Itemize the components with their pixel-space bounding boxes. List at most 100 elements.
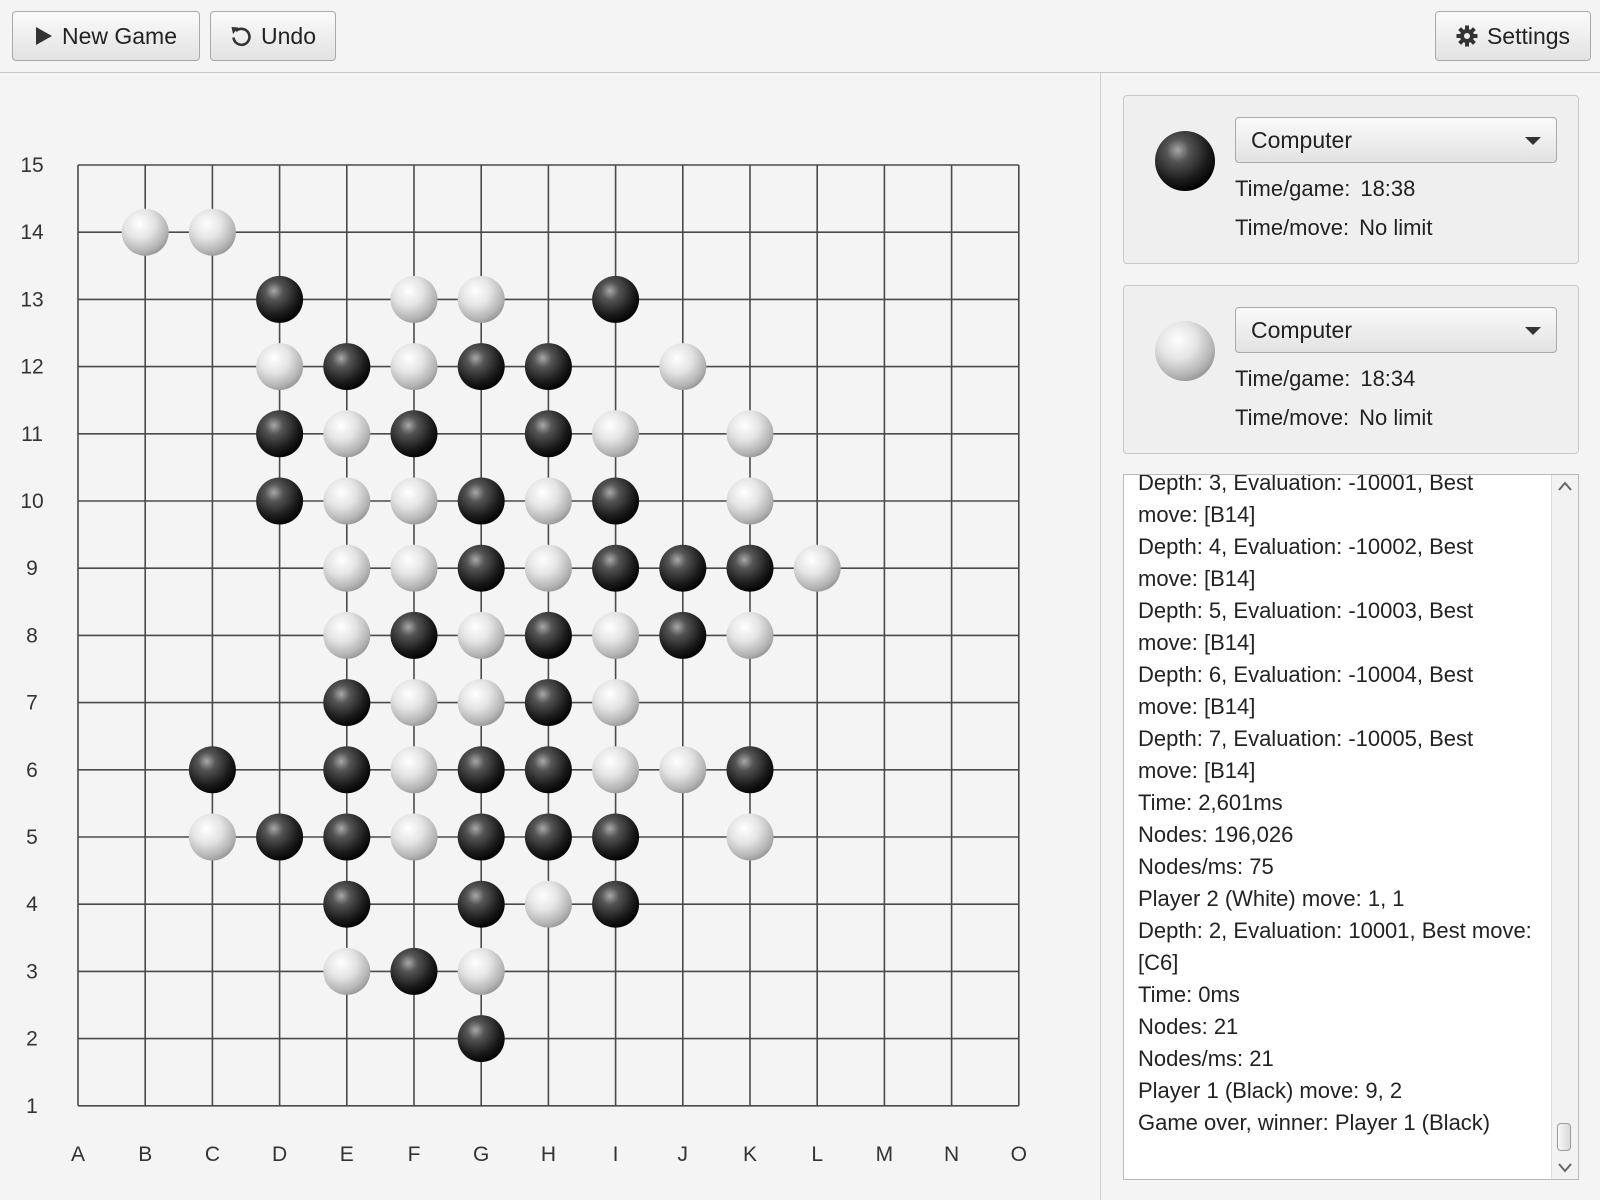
board-intersection[interactable] <box>989 269 1049 329</box>
board-intersection[interactable] <box>922 337 982 397</box>
board-intersection[interactable] <box>317 1009 377 1069</box>
board-intersection[interactable] <box>787 135 847 195</box>
board-intersection[interactable] <box>48 605 108 665</box>
board-intersection[interactable] <box>48 673 108 733</box>
undo-button[interactable]: Undo <box>210 11 336 61</box>
board-intersection[interactable] <box>922 135 982 195</box>
board-intersection[interactable] <box>922 471 982 531</box>
board-intersection[interactable] <box>989 404 1049 464</box>
scroll-thumb[interactable] <box>1557 1123 1571 1151</box>
board-intersection[interactable] <box>653 941 713 1001</box>
board-intersection[interactable] <box>250 202 310 262</box>
board-intersection[interactable] <box>787 605 847 665</box>
board-intersection[interactable] <box>854 1009 914 1069</box>
board-intersection[interactable] <box>922 874 982 934</box>
board-intersection[interactable] <box>720 941 780 1001</box>
board-intersection[interactable] <box>384 1076 444 1136</box>
board-intersection[interactable] <box>518 202 578 262</box>
board-intersection[interactable] <box>586 135 646 195</box>
board-intersection[interactable] <box>182 337 242 397</box>
board-intersection[interactable] <box>384 1009 444 1069</box>
board-intersection[interactable] <box>854 135 914 195</box>
game-board[interactable]: A B C D E F G H I J K L M N O 15 14 13 12 11 10 9 8 7 6 5 4 3 2 1 <box>0 73 1100 1200</box>
board-intersection[interactable] <box>854 269 914 329</box>
board-intersection[interactable] <box>518 1076 578 1136</box>
board-intersection[interactable] <box>653 471 713 531</box>
board-intersection[interactable] <box>48 135 108 195</box>
board-intersection[interactable] <box>586 1076 646 1136</box>
board-intersection[interactable] <box>989 337 1049 397</box>
board-intersection[interactable] <box>586 337 646 397</box>
board-intersection[interactable] <box>451 135 511 195</box>
board-intersection[interactable] <box>518 1009 578 1069</box>
board-intersection[interactable] <box>518 269 578 329</box>
board-intersection[interactable] <box>182 471 242 531</box>
board-intersection[interactable] <box>854 605 914 665</box>
board-intersection[interactable] <box>48 740 108 800</box>
board-intersection[interactable] <box>115 538 175 598</box>
board-intersection[interactable] <box>787 404 847 464</box>
board-intersection[interactable] <box>115 874 175 934</box>
board-intersection[interactable] <box>922 202 982 262</box>
board-intersection[interactable] <box>250 1009 310 1069</box>
board-intersection[interactable] <box>653 135 713 195</box>
board-intersection[interactable] <box>653 1009 713 1069</box>
board-intersection[interactable] <box>586 202 646 262</box>
board-intersection[interactable] <box>922 269 982 329</box>
board-intersection[interactable] <box>115 941 175 1001</box>
board-intersection[interactable] <box>48 1009 108 1069</box>
board-intersection[interactable] <box>250 605 310 665</box>
board-intersection[interactable] <box>115 1009 175 1069</box>
board-intersection[interactable] <box>182 605 242 665</box>
board-intersection[interactable] <box>48 1076 108 1136</box>
board-intersection[interactable] <box>787 202 847 262</box>
board-intersection[interactable] <box>989 471 1049 531</box>
board-intersection[interactable] <box>787 807 847 867</box>
board-intersection[interactable] <box>586 1009 646 1069</box>
board-intersection[interactable] <box>250 874 310 934</box>
board-intersection[interactable] <box>787 740 847 800</box>
board-intersection[interactable] <box>989 1009 1049 1069</box>
board-intersection[interactable] <box>182 941 242 1001</box>
board-intersection[interactable] <box>182 404 242 464</box>
board-intersection[interactable] <box>653 404 713 464</box>
board-intersection[interactable] <box>922 538 982 598</box>
board-intersection[interactable] <box>787 941 847 1001</box>
board-intersection[interactable] <box>115 404 175 464</box>
board-intersection[interactable] <box>720 1076 780 1136</box>
board-intersection[interactable] <box>720 337 780 397</box>
board-intersection[interactable] <box>787 673 847 733</box>
board-intersection[interactable] <box>787 1076 847 1136</box>
board-intersection[interactable] <box>989 740 1049 800</box>
board-intersection[interactable] <box>182 874 242 934</box>
board-intersection[interactable] <box>384 135 444 195</box>
board-intersection[interactable] <box>384 202 444 262</box>
board-intersection[interactable] <box>854 404 914 464</box>
board-intersection[interactable] <box>787 471 847 531</box>
board-intersection[interactable] <box>720 135 780 195</box>
board-intersection[interactable] <box>182 673 242 733</box>
board-intersection[interactable] <box>922 941 982 1001</box>
board-intersection[interactable] <box>48 269 108 329</box>
board-intersection[interactable] <box>653 202 713 262</box>
board-intersection[interactable] <box>653 1076 713 1136</box>
board-intersection[interactable] <box>518 135 578 195</box>
board-intersection[interactable] <box>653 874 713 934</box>
board-intersection[interactable] <box>922 673 982 733</box>
board-intersection[interactable] <box>854 337 914 397</box>
board-intersection[interactable] <box>115 673 175 733</box>
board-intersection[interactable] <box>317 269 377 329</box>
board-intersection[interactable] <box>922 605 982 665</box>
board-intersection[interactable] <box>182 1076 242 1136</box>
board-intersection[interactable] <box>653 269 713 329</box>
board-intersection[interactable] <box>48 202 108 262</box>
board-intersection[interactable] <box>317 202 377 262</box>
board-intersection[interactable] <box>115 807 175 867</box>
board-intersection[interactable] <box>451 1076 511 1136</box>
board-intersection[interactable] <box>518 941 578 1001</box>
board-intersection[interactable] <box>48 941 108 1001</box>
board-intersection[interactable] <box>250 941 310 1001</box>
board-intersection[interactable] <box>720 1009 780 1069</box>
board-intersection[interactable] <box>720 202 780 262</box>
board-intersection[interactable] <box>720 269 780 329</box>
